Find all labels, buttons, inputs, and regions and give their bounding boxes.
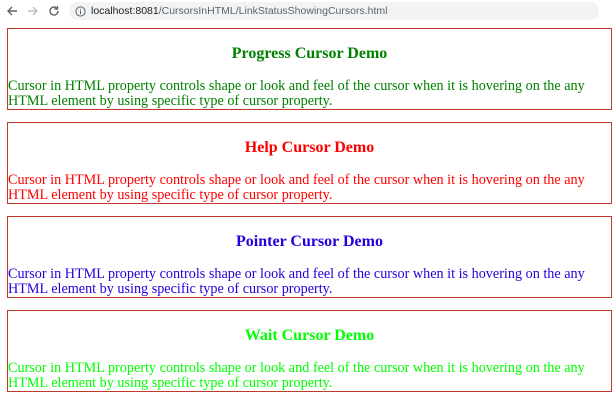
demo-title: Pointer Cursor Demo <box>236 233 383 250</box>
pointer-cursor-demo[interactable]: Pointer Cursor Demo Cursor in HTML prope… <box>7 216 612 298</box>
url-text: localhost:8081/CursorsInHTML/LinkStatusS… <box>91 5 387 17</box>
forward-arrow-icon <box>28 6 38 16</box>
url-host: localhost:8081 <box>91 5 159 17</box>
demo-title: Wait Cursor Demo <box>244 327 375 344</box>
url-path: /CursorsInHTML/LinkStatusShowingCursors.… <box>158 5 388 17</box>
address-bar[interactable]: localhost:8081/CursorsInHTML/LinkStatusS… <box>69 2 599 20</box>
reload-button[interactable] <box>45 2 63 20</box>
reload-icon <box>49 6 59 16</box>
demo-text: Cursor in HTML property controls shape o… <box>8 172 585 203</box>
demo-title: Help Cursor Demo <box>244 139 375 156</box>
back-button[interactable] <box>3 2 21 20</box>
forward-button[interactable] <box>24 2 42 20</box>
info-icon[interactable] <box>75 5 86 17</box>
demo-text: Cursor in HTML property controls shape o… <box>8 266 585 297</box>
progress-cursor-demo[interactable]: Progress Cursor Demo Cursor in HTML prop… <box>7 28 612 110</box>
demo-title: Progress Cursor Demo <box>231 45 388 62</box>
help-cursor-demo[interactable]: Help Cursor Demo Cursor in HTML property… <box>7 122 612 204</box>
demo-text: Cursor in HTML property controls shape o… <box>8 360 585 391</box>
back-arrow-icon <box>7 6 17 16</box>
browser-toolbar: localhost:8081/CursorsInHTML/LinkStatusS… <box>0 0 616 22</box>
demo-text: Cursor in HTML property controls shape o… <box>8 78 585 109</box>
wait-cursor-demo[interactable]: Wait Cursor Demo Cursor in HTML property… <box>7 310 612 392</box>
